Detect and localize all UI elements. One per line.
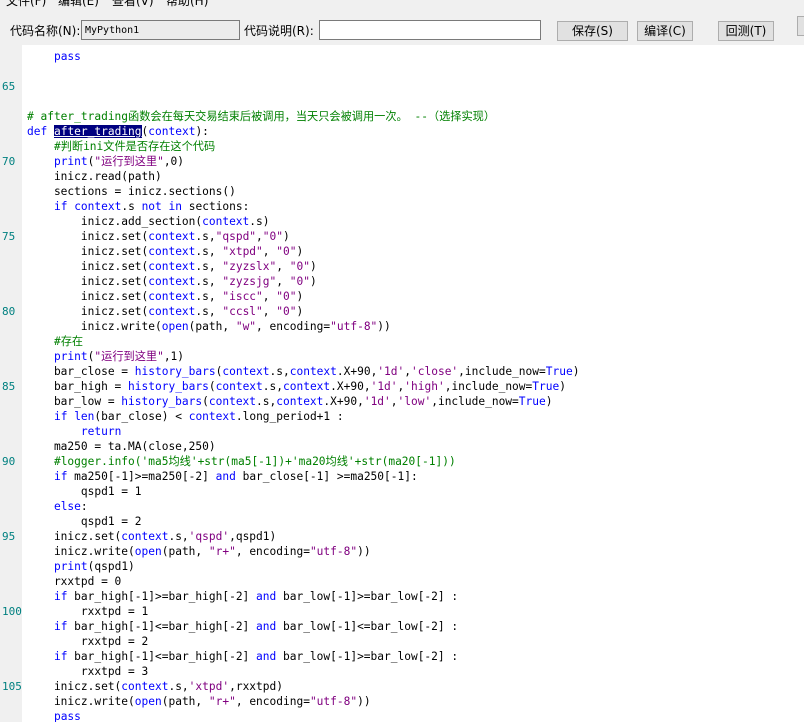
code-text: inicz.read(path) <box>27 170 162 183</box>
code-text: print("运行到这里",1) <box>53 350 185 363</box>
code-text: inicz.add_section(context.s) <box>27 215 270 228</box>
menu-bar: 文件(F) 编辑(E) 查看(V) 帮助(H) <box>0 0 804 8</box>
code-text: inicz.write(open(path, "w", encoding="ut… <box>27 320 391 333</box>
code-text: inicz.set(context.s,"qspd","0") <box>27 230 290 243</box>
line-number: 75 <box>2 230 16 243</box>
code-text: def after_trading(context): <box>27 125 209 138</box>
menu-file[interactable]: 文件(F) <box>6 0 46 8</box>
code-text: #logger.info('ma5均线'+str(ma5[-1])+'ma20均… <box>53 455 456 468</box>
code-text: inicz.write(open(path, "r+", encoding="u… <box>27 545 371 558</box>
code-text: sections = inicz.sections() <box>27 185 236 198</box>
code-text: print(qspd1) <box>53 560 135 573</box>
code-text: rxxtpd = 2 <box>27 635 149 648</box>
save-button[interactable]: 保存(S) <box>557 21 628 41</box>
code-text: inicz.set(context.s, "ccsl", "0") <box>27 305 304 318</box>
code-text: print("运行到这里",0) <box>53 155 185 168</box>
line-number: 80 <box>2 305 16 318</box>
line-number: 65 <box>2 80 16 93</box>
code-text: inicz.set(context.s,'xtpd',rxxtpd) <box>27 680 283 693</box>
code-text: if context.s not in sections: <box>53 200 250 213</box>
code-text: bar_close = history_bars(context.s,conte… <box>27 365 580 378</box>
code-text: ma250 = ta.MA(close,250) <box>27 440 216 453</box>
code-text: rxxtpd = 1 <box>27 605 149 618</box>
code-description-input[interactable] <box>319 20 541 40</box>
code-name-input[interactable] <box>81 20 240 40</box>
code-text: rxxtpd = 0 <box>27 575 122 588</box>
toolbar: 代码名称(N): 代码说明(R): 保存(S) 编译(C) 回测(T) <box>0 8 804 45</box>
menu-view[interactable]: 查看(V) <box>112 0 154 8</box>
menu-edit[interactable]: 编辑(E) <box>58 0 99 8</box>
line-number: 85 <box>2 380 16 393</box>
code-text: inicz.set(context.s, "zyzslx", "0") <box>27 260 317 273</box>
code-text: inicz.set(context.s,'qspd',qspd1) <box>27 530 277 543</box>
toolbar-overflow-button[interactable] <box>797 16 804 36</box>
code-text: rxxtpd = 3 <box>27 665 149 678</box>
code-text: inicz.set(context.s, "xtpd", "0") <box>27 245 304 258</box>
code-text: else: <box>53 500 88 513</box>
code-text: #存在 <box>53 335 84 348</box>
code-text: if bar_high[-1]<=bar_high[-2] and bar_lo… <box>53 650 459 663</box>
code-text: qspd1 = 2 <box>27 515 142 528</box>
code-text: #判断ini文件是否存在这个代码 <box>53 140 216 153</box>
line-number: 70 <box>2 155 16 168</box>
line-number: 95 <box>2 530 16 543</box>
code-text: bar_high = history_bars(context.s,contex… <box>27 380 566 393</box>
code-text: qspd1 = 1 <box>27 485 142 498</box>
code-text: if bar_high[-1]>=bar_high[-2] and bar_lo… <box>53 590 459 603</box>
code-text: inicz.write(open(path, "r+", encoding="u… <box>27 695 371 708</box>
menu-help[interactable]: 帮助(H) <box>166 0 208 8</box>
code-text: pass <box>53 50 81 63</box>
backtest-button[interactable]: 回测(T) <box>718 21 774 41</box>
line-number: 90 <box>2 455 16 468</box>
code-text: return <box>80 425 122 438</box>
code-editor[interactable]: pass 65 # after_trading函数会在每天交易结束后被调用，当天只会… <box>0 45 804 722</box>
line-number: 100 <box>2 605 22 618</box>
compile-button[interactable]: 编译(C) <box>637 21 693 41</box>
code-text: bar_low = history_bars(context.s,context… <box>27 395 553 408</box>
code-text: inicz.set(context.s, "iscc", "0") <box>27 290 304 303</box>
code-text: if bar_high[-1]<=bar_high[-2] and bar_lo… <box>53 620 459 633</box>
code-text: if len(bar_close) < context.long_period+… <box>53 410 344 423</box>
code-name-label: 代码名称(N): <box>10 24 81 38</box>
code-text: if ma250[-1]>=ma250[-2] and bar_close[-1… <box>53 470 418 483</box>
code-text: pass <box>53 710 81 722</box>
code-description-label: 代码说明(R): <box>244 24 314 38</box>
code-text: # after_trading函数会在每天交易结束后被调用，当天只会被调用一次。… <box>27 110 496 123</box>
code-text: inicz.set(context.s, "zyzsjg", "0") <box>27 275 317 288</box>
line-number: 105 <box>2 680 22 693</box>
